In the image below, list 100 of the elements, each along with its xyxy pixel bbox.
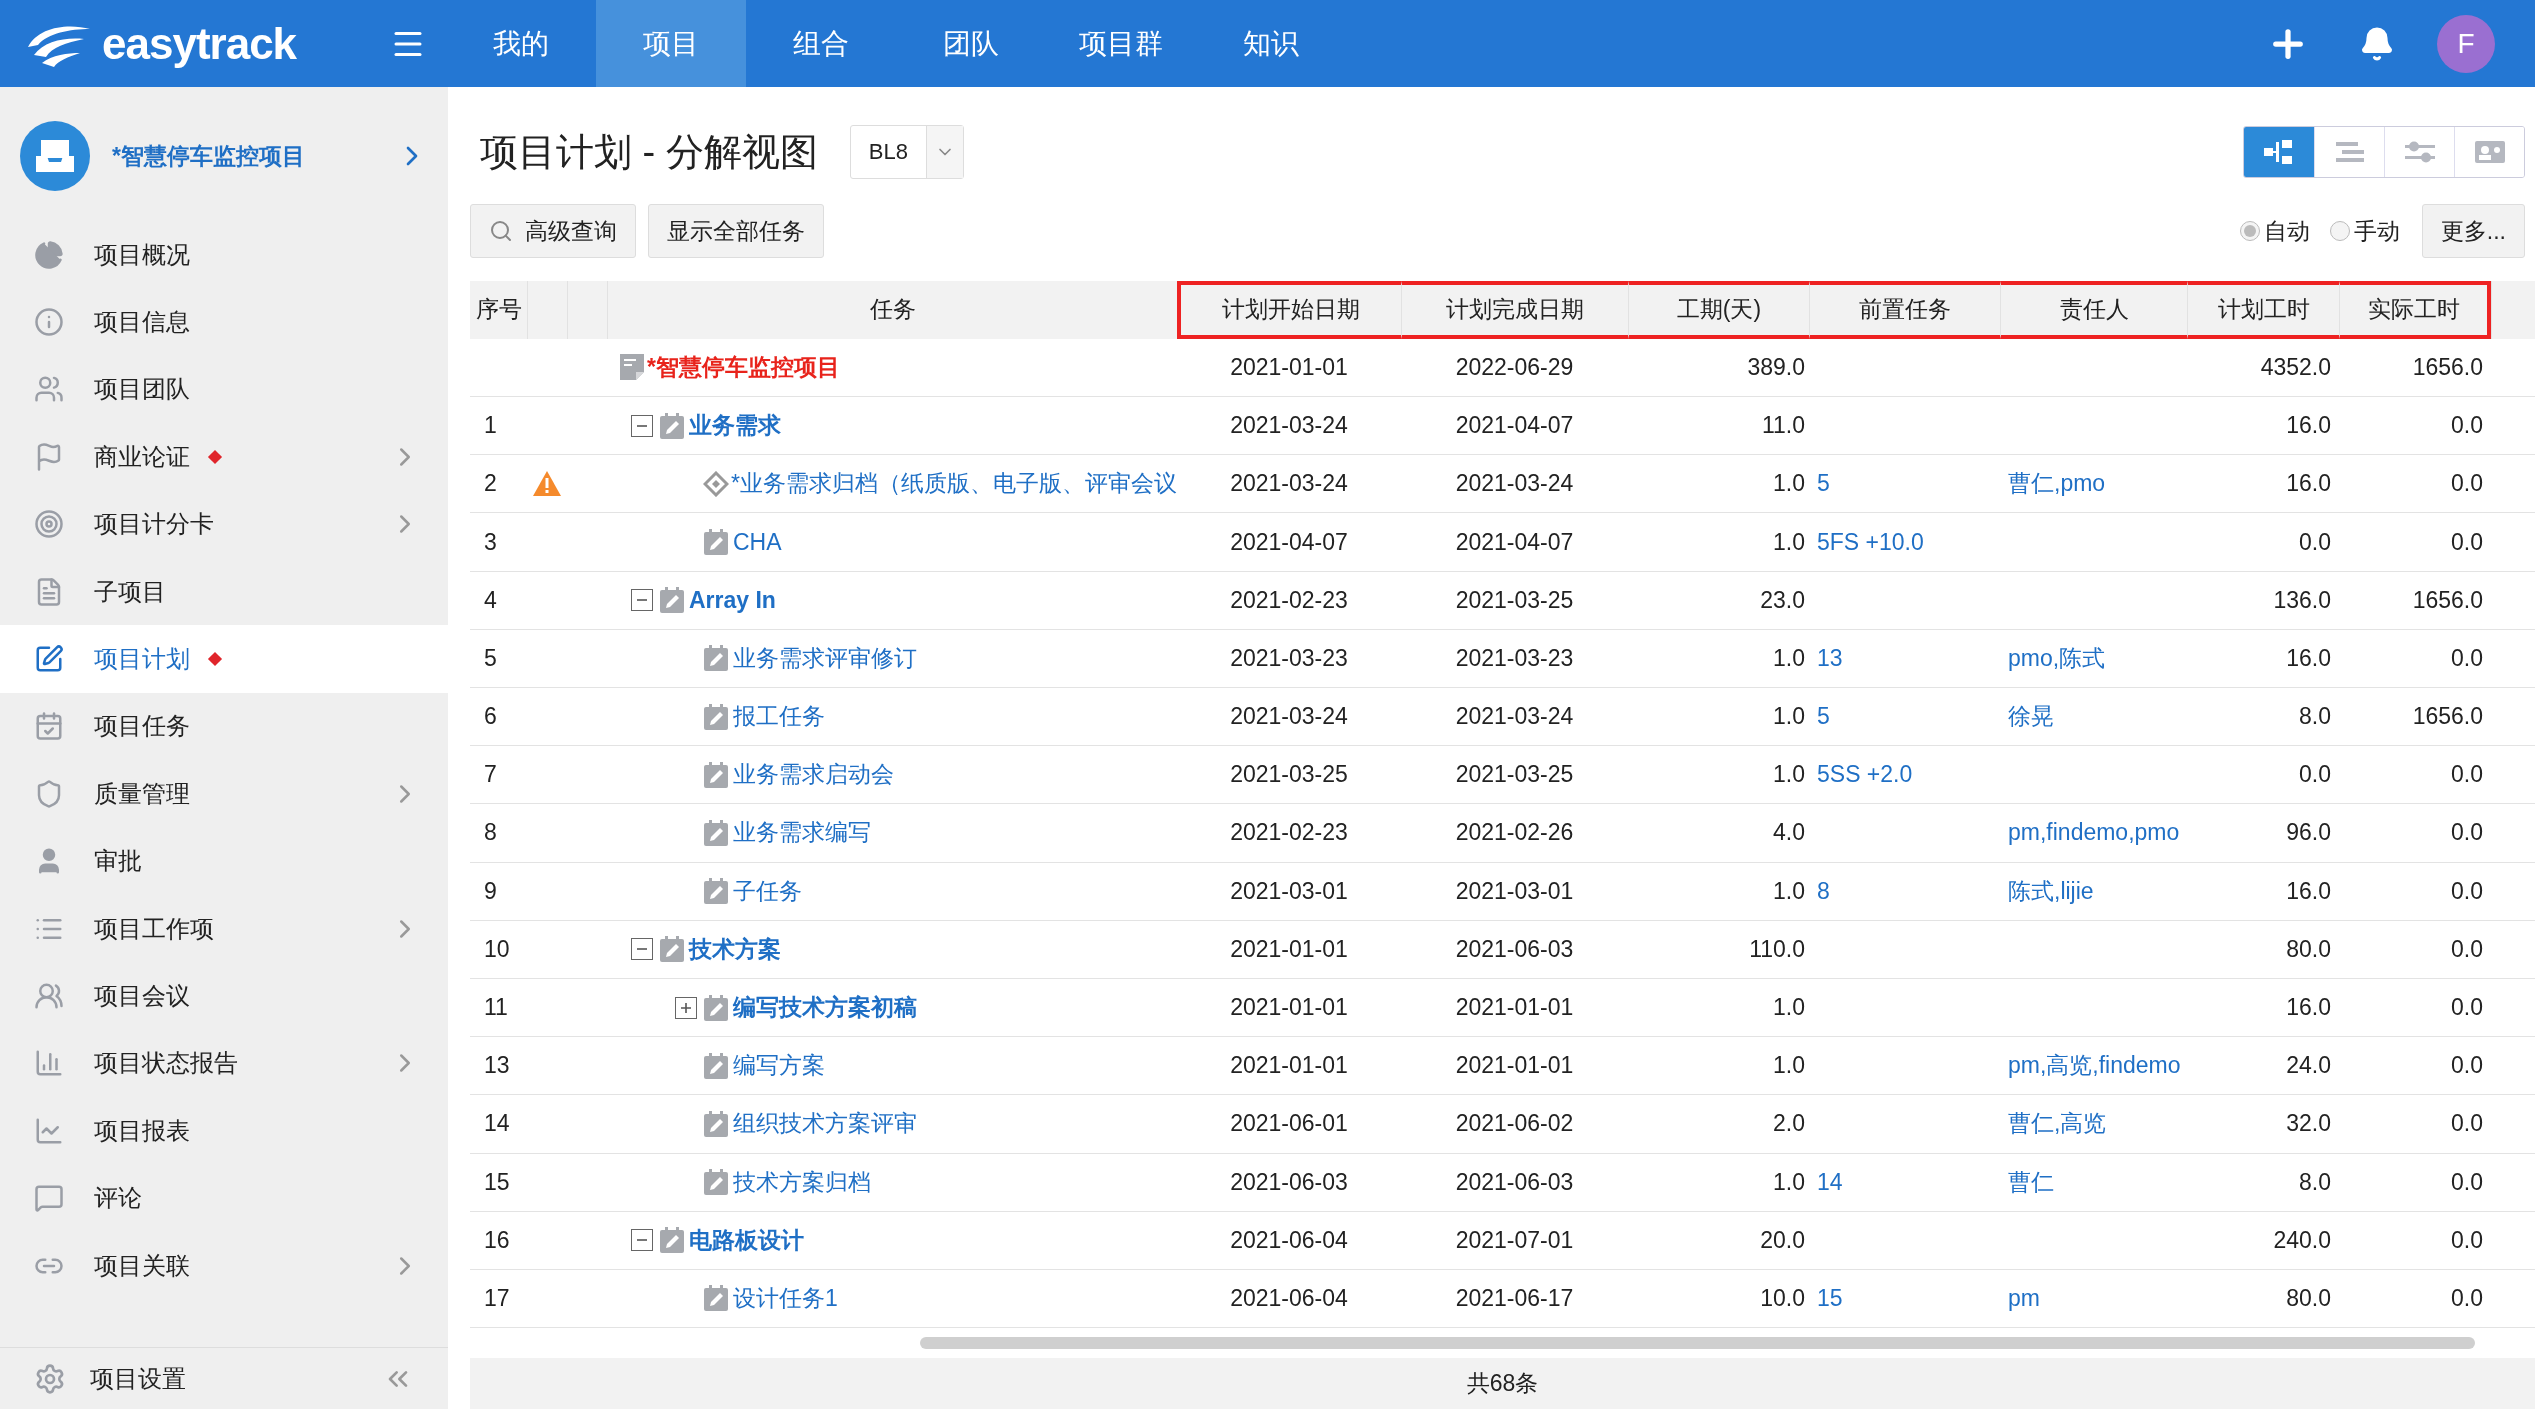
task-name[interactable]: 设计任务1	[733, 1283, 838, 1314]
nav-tab[interactable]: 团队	[896, 0, 1046, 87]
table-cell-text: 1.0	[1772, 1051, 1806, 1081]
owner-link[interactable]: 曹仁,pmo	[2008, 468, 2106, 500]
nav-tab[interactable]: 项目群	[1046, 0, 1196, 87]
table-cell-text: 136.0	[2272, 585, 2332, 615]
predecessor-link[interactable]: 5	[1817, 703, 1830, 731]
owner-link[interactable]: pm,findemo,pmo	[2008, 819, 2180, 847]
predecessor-link[interactable]: 15	[1817, 1285, 1843, 1312]
task-icon	[703, 993, 731, 1022]
chat-icon	[34, 1183, 64, 1214]
sidebar-item[interactable]: 项目工作项	[0, 894, 448, 963]
table-cell-text: 23.0	[1759, 585, 1806, 615]
sidebar-item[interactable]: 项目状态报告	[0, 1029, 448, 1098]
sidebar-item[interactable]: 项目概况	[0, 221, 448, 289]
sidebar-item[interactable]: 审批	[0, 827, 448, 895]
sidebar-item[interactable]: 项目任务	[0, 692, 448, 761]
task-icon	[703, 819, 731, 847]
table-cell-text: 1.0	[1772, 876, 1806, 906]
sidebar-item[interactable]: 商业论证	[0, 423, 448, 491]
mode-radio[interactable]: 手动	[2329, 215, 2400, 247]
table-cell-text: 2021-03-25	[1454, 585, 1575, 615]
baseline-select[interactable]: BL8	[849, 125, 964, 180]
nav-tab[interactable]: 我的	[446, 0, 596, 87]
task-name[interactable]: 子任务	[733, 875, 802, 907]
sidebar-label: 项目关联	[94, 1250, 190, 1281]
collapse-toggle[interactable]	[631, 938, 653, 961]
sidebar-item[interactable]: 项目计划	[0, 625, 448, 693]
owner-link[interactable]: pm,高览,findemo	[2008, 1050, 2181, 1082]
task-name[interactable]: CHA	[733, 528, 782, 556]
task-name[interactable]: 业务需求评审修订	[733, 642, 917, 674]
sidebar-item[interactable]: 评论	[0, 1164, 448, 1232]
task-name[interactable]: 技术方案归档	[733, 1166, 871, 1198]
tree-view-button[interactable]	[2244, 127, 2314, 178]
predecessor-link[interactable]: 5SS +2.0	[1817, 761, 1913, 789]
task-name[interactable]: 编写方案	[733, 1050, 825, 1082]
row-number: 3	[484, 528, 497, 556]
sidebar-label[interactable]: 项目设置	[90, 1362, 186, 1395]
sidebar-label: 项目团队	[94, 374, 190, 405]
predecessor-link[interactable]: 5FS +10.0	[1817, 528, 1924, 556]
task-name[interactable]: 技术方案	[689, 933, 781, 965]
collapse-toggle[interactable]	[631, 1229, 653, 1252]
table-cell-text: 2021-06-02	[1454, 1109, 1575, 1139]
user-avatar[interactable]: F	[2437, 14, 2495, 73]
task-name[interactable]: 业务需求启动会	[733, 759, 894, 791]
expand-toggle[interactable]	[675, 996, 697, 1019]
column-header: 计划开始日期	[1177, 280, 1401, 339]
owner-link[interactable]: 徐晃	[2008, 701, 2054, 733]
search-icon	[489, 219, 513, 244]
more-button[interactable]: 更多...	[2421, 204, 2525, 259]
table-cell-text: 24.0	[2285, 1051, 2332, 1081]
sidebar-item[interactable]: 项目报表	[0, 1097, 448, 1165]
radio-dot[interactable]	[2239, 221, 2260, 242]
owner-link[interactable]: 陈式,lijie	[2008, 875, 2094, 907]
task-name[interactable]: 报工任务	[733, 701, 825, 733]
task-name[interactable]: Array In	[689, 586, 776, 614]
sidebar-item[interactable]: 项目会议	[0, 962, 448, 1030]
row-number: 13	[484, 1052, 510, 1080]
owner-link[interactable]: pm	[2008, 1285, 2040, 1312]
nav-tab[interactable]: 知识	[1196, 0, 1346, 87]
collapse-toggle[interactable]	[631, 414, 653, 437]
nav-tab[interactable]: 项目	[596, 0, 746, 87]
radio-dot[interactable]	[2329, 221, 2350, 242]
predecessor-link[interactable]: 13	[1817, 644, 1843, 672]
task-name[interactable]: *业务需求归档（纸质版、电子版、评审会议	[731, 468, 1177, 500]
table-cell-text: 2021-02-23	[1229, 818, 1349, 848]
sidebar-item[interactable]: 子项目	[0, 557, 448, 626]
table-cell-text: 2021-04-07	[1454, 527, 1575, 557]
sidebar-item[interactable]: 质量管理	[0, 760, 448, 828]
sidebar-item[interactable]: 项目计分卡	[0, 490, 448, 558]
owner-link[interactable]: pmo,陈式	[2008, 642, 2106, 674]
task-name[interactable]: 组织技术方案评审	[733, 1108, 917, 1140]
advanced-search-button[interactable]: 高级查询	[470, 204, 636, 259]
scrollbar-thumb[interactable]	[920, 1336, 2475, 1349]
task-icon	[659, 1226, 687, 1255]
table-cell-text: 20.0	[1759, 1225, 1806, 1255]
owner-link[interactable]: 曹仁	[2008, 1166, 2054, 1198]
owner-link[interactable]: 曹仁,高览	[2008, 1108, 2107, 1140]
task-name[interactable]: 业务需求编写	[733, 817, 871, 849]
task-name[interactable]: 编写技术方案初稿	[733, 992, 917, 1024]
sidebar-item[interactable]: 项目关联	[0, 1231, 448, 1300]
table-cell-text: 2021-06-01	[1229, 1109, 1349, 1139]
collapse-toggle[interactable]	[631, 589, 653, 612]
predecessor-link[interactable]: 5	[1817, 470, 1830, 498]
task-name[interactable]: 电路板设计	[689, 1224, 804, 1256]
predecessor-link[interactable]: 8	[1817, 877, 1830, 905]
column-header: 前置任务	[1809, 280, 2000, 339]
task-icon	[703, 1051, 731, 1080]
table-cell-text: 2021-03-24	[1454, 469, 1575, 499]
show-all-tasks-button[interactable]: 显示全部任务	[648, 204, 824, 259]
nav-tab[interactable]: 组合	[746, 0, 896, 87]
sidebar-item[interactable]: 项目团队	[0, 355, 448, 424]
sidebar-item[interactable]: 项目信息	[0, 288, 448, 356]
sidebar-label: 项目信息	[94, 307, 190, 338]
task-name[interactable]: 业务需求	[689, 410, 781, 442]
mode-radio[interactable]: 自动	[2239, 215, 2310, 247]
project-name[interactable]: *智慧停车监控项目	[112, 140, 374, 172]
table-cell-text: 2021-03-24	[1229, 702, 1349, 732]
task-name[interactable]: *智慧停车监控项目	[647, 352, 840, 383]
predecessor-link[interactable]: 14	[1817, 1168, 1843, 1196]
